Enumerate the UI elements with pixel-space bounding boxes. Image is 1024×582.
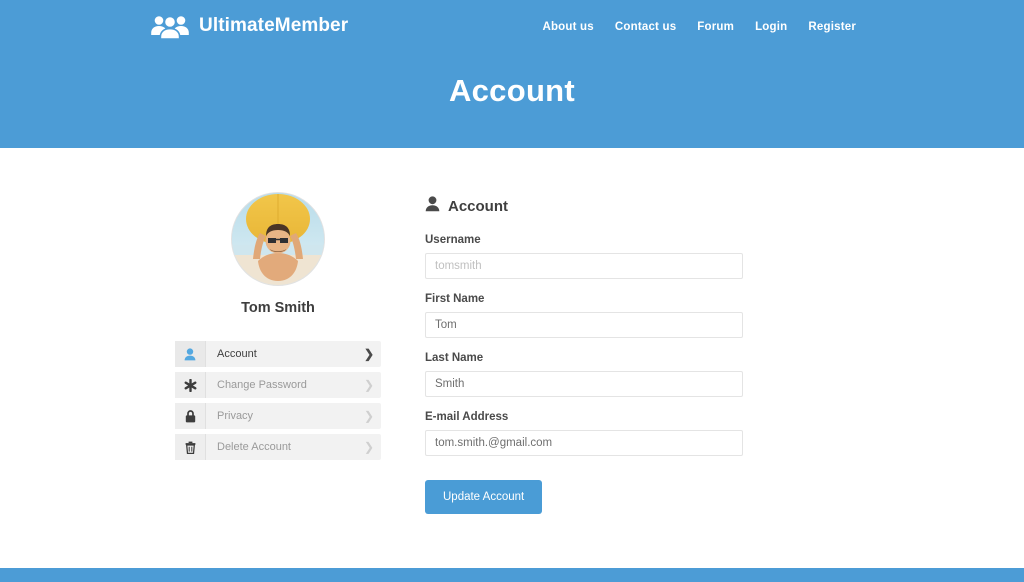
last-name-input[interactable] bbox=[425, 371, 743, 397]
account-form: Account Username First Name Last Name E-… bbox=[425, 196, 745, 514]
group-icon bbox=[150, 13, 190, 39]
menu-item-label: Delete Account bbox=[217, 441, 291, 453]
group-icon-svg bbox=[151, 15, 189, 39]
field-label-email: E-mail Address bbox=[425, 411, 509, 423]
page-title: Account bbox=[448, 73, 576, 108]
nav-item-about-us[interactable]: About us bbox=[542, 21, 593, 33]
chevron-right-icon: ❯ bbox=[363, 409, 375, 423]
profile-name: Tom Smith bbox=[241, 300, 315, 316]
avatar[interactable] bbox=[231, 192, 325, 286]
update-account-button[interactable]: Update Account bbox=[425, 480, 543, 514]
username-input[interactable] bbox=[425, 253, 743, 279]
menu-item-account[interactable]: Account ❯ bbox=[175, 341, 381, 367]
field-last-name: Last Name bbox=[425, 352, 745, 397]
lock-icon bbox=[175, 403, 206, 429]
brand-name: UltimateMember bbox=[199, 15, 349, 36]
menu-item-privacy[interactable]: Privacy ❯ bbox=[175, 403, 381, 429]
field-label-first-name: First Name bbox=[425, 293, 485, 305]
avatar-photo bbox=[232, 193, 324, 285]
menu-item-label: Account bbox=[217, 348, 257, 360]
field-label-last-name: Last Name bbox=[425, 352, 484, 364]
nav-item-login[interactable]: Login bbox=[755, 21, 787, 33]
field-username: Username bbox=[425, 234, 745, 279]
first-name-input[interactable] bbox=[425, 312, 743, 338]
menu-item-delete-account[interactable]: Delete Account ❯ bbox=[175, 434, 381, 460]
menu-item-change-password[interactable]: Change Password ❯ bbox=[175, 372, 381, 398]
field-email: E-mail Address bbox=[425, 411, 745, 456]
lock-icon-svg bbox=[185, 409, 195, 422]
profile-column: Tom Smith Account ❯ Change Password ❯ Pr… bbox=[175, 192, 381, 465]
brand-logo[interactable]: UltimateMember bbox=[150, 13, 348, 39]
chevron-right-icon: ❯ bbox=[363, 440, 375, 454]
asterisk-icon bbox=[175, 372, 206, 398]
nav-item-register[interactable]: Register bbox=[808, 21, 856, 33]
person-icon bbox=[425, 196, 440, 217]
menu-item-label: Privacy bbox=[217, 410, 254, 422]
nav-item-forum[interactable]: Forum bbox=[697, 21, 734, 33]
person-icon-svg bbox=[425, 196, 440, 212]
field-first-name: First Name bbox=[425, 293, 745, 338]
email-input[interactable] bbox=[425, 430, 743, 456]
field-label-username: Username bbox=[425, 234, 481, 246]
account-menu: Account ❯ Change Password ❯ Privacy ❯ De… bbox=[175, 341, 381, 460]
chevron-right-icon: ❯ bbox=[363, 347, 375, 361]
trash-icon-svg bbox=[185, 441, 195, 454]
form-heading: Account bbox=[425, 196, 745, 217]
chevron-right-icon: ❯ bbox=[363, 378, 375, 392]
trash-icon bbox=[175, 434, 206, 460]
main-navigation: About us Contact us Forum Login Register bbox=[542, 21, 856, 33]
person-icon bbox=[175, 341, 206, 367]
asterisk-icon-svg bbox=[184, 378, 196, 392]
header-bar: UltimateMember About us Contact us Forum… bbox=[0, 0, 1024, 58]
site-header: UltimateMember About us Contact us Forum… bbox=[0, 0, 1024, 148]
site-footer bbox=[0, 568, 1024, 582]
person-icon-svg bbox=[184, 347, 196, 360]
form-heading-text: Account bbox=[448, 198, 508, 215]
page-content: Tom Smith Account ❯ Change Password ❯ Pr… bbox=[0, 148, 1024, 568]
nav-item-contact-us[interactable]: Contact us bbox=[615, 21, 676, 33]
menu-item-label: Change Password bbox=[217, 379, 307, 391]
